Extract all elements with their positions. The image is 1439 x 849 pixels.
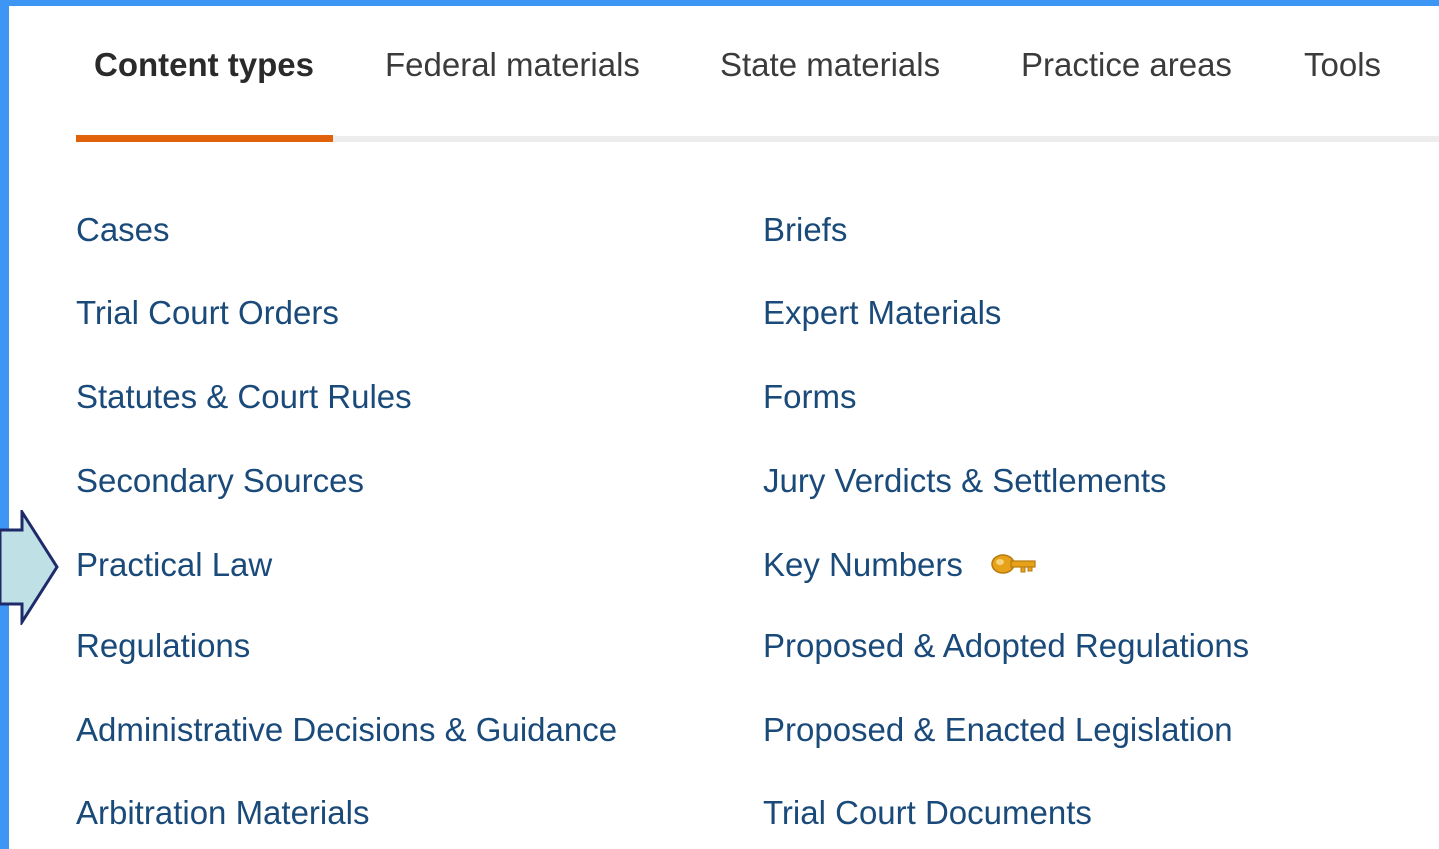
link-arbitration-materials[interactable]: Arbitration Materials xyxy=(76,796,369,829)
content-panel: Content types Federal materials State ma… xyxy=(9,6,1439,849)
link-statutes-court-rules[interactable]: Statutes & Court Rules xyxy=(76,380,412,413)
tab-federal-materials[interactable]: Federal materials xyxy=(385,46,640,84)
tab-content-types[interactable]: Content types xyxy=(94,46,314,84)
tab-tools[interactable]: Tools xyxy=(1304,46,1381,84)
link-proposed-enacted-legislation[interactable]: Proposed & Enacted Legislation xyxy=(763,713,1233,746)
tab-practice-areas[interactable]: Practice areas xyxy=(1021,46,1232,84)
link-proposed-adopted-regulations[interactable]: Proposed & Adopted Regulations xyxy=(763,629,1249,662)
link-jury-verdicts-settlements[interactable]: Jury Verdicts & Settlements xyxy=(763,464,1167,497)
link-cases[interactable]: Cases xyxy=(76,213,170,246)
link-trial-court-orders[interactable]: Trial Court Orders xyxy=(76,296,339,329)
link-forms[interactable]: Forms xyxy=(763,380,857,413)
link-key-numbers[interactable]: Key Numbers xyxy=(763,548,963,581)
link-administrative-decisions-guidance[interactable]: Administrative Decisions & Guidance xyxy=(76,713,617,746)
link-secondary-sources[interactable]: Secondary Sources xyxy=(76,464,364,497)
link-regulations[interactable]: Regulations xyxy=(76,629,250,662)
tab-state-materials[interactable]: State materials xyxy=(720,46,940,84)
arrow-right-icon xyxy=(0,510,59,625)
link-trial-court-documents[interactable]: Trial Court Documents xyxy=(763,796,1092,829)
link-briefs[interactable]: Briefs xyxy=(763,213,847,246)
active-tab-indicator xyxy=(76,135,333,142)
tab-bar: Content types Federal materials State ma… xyxy=(9,6,1439,146)
link-expert-materials[interactable]: Expert Materials xyxy=(763,296,1001,329)
link-practical-law[interactable]: Practical Law xyxy=(76,548,272,581)
key-icon xyxy=(991,554,1036,574)
